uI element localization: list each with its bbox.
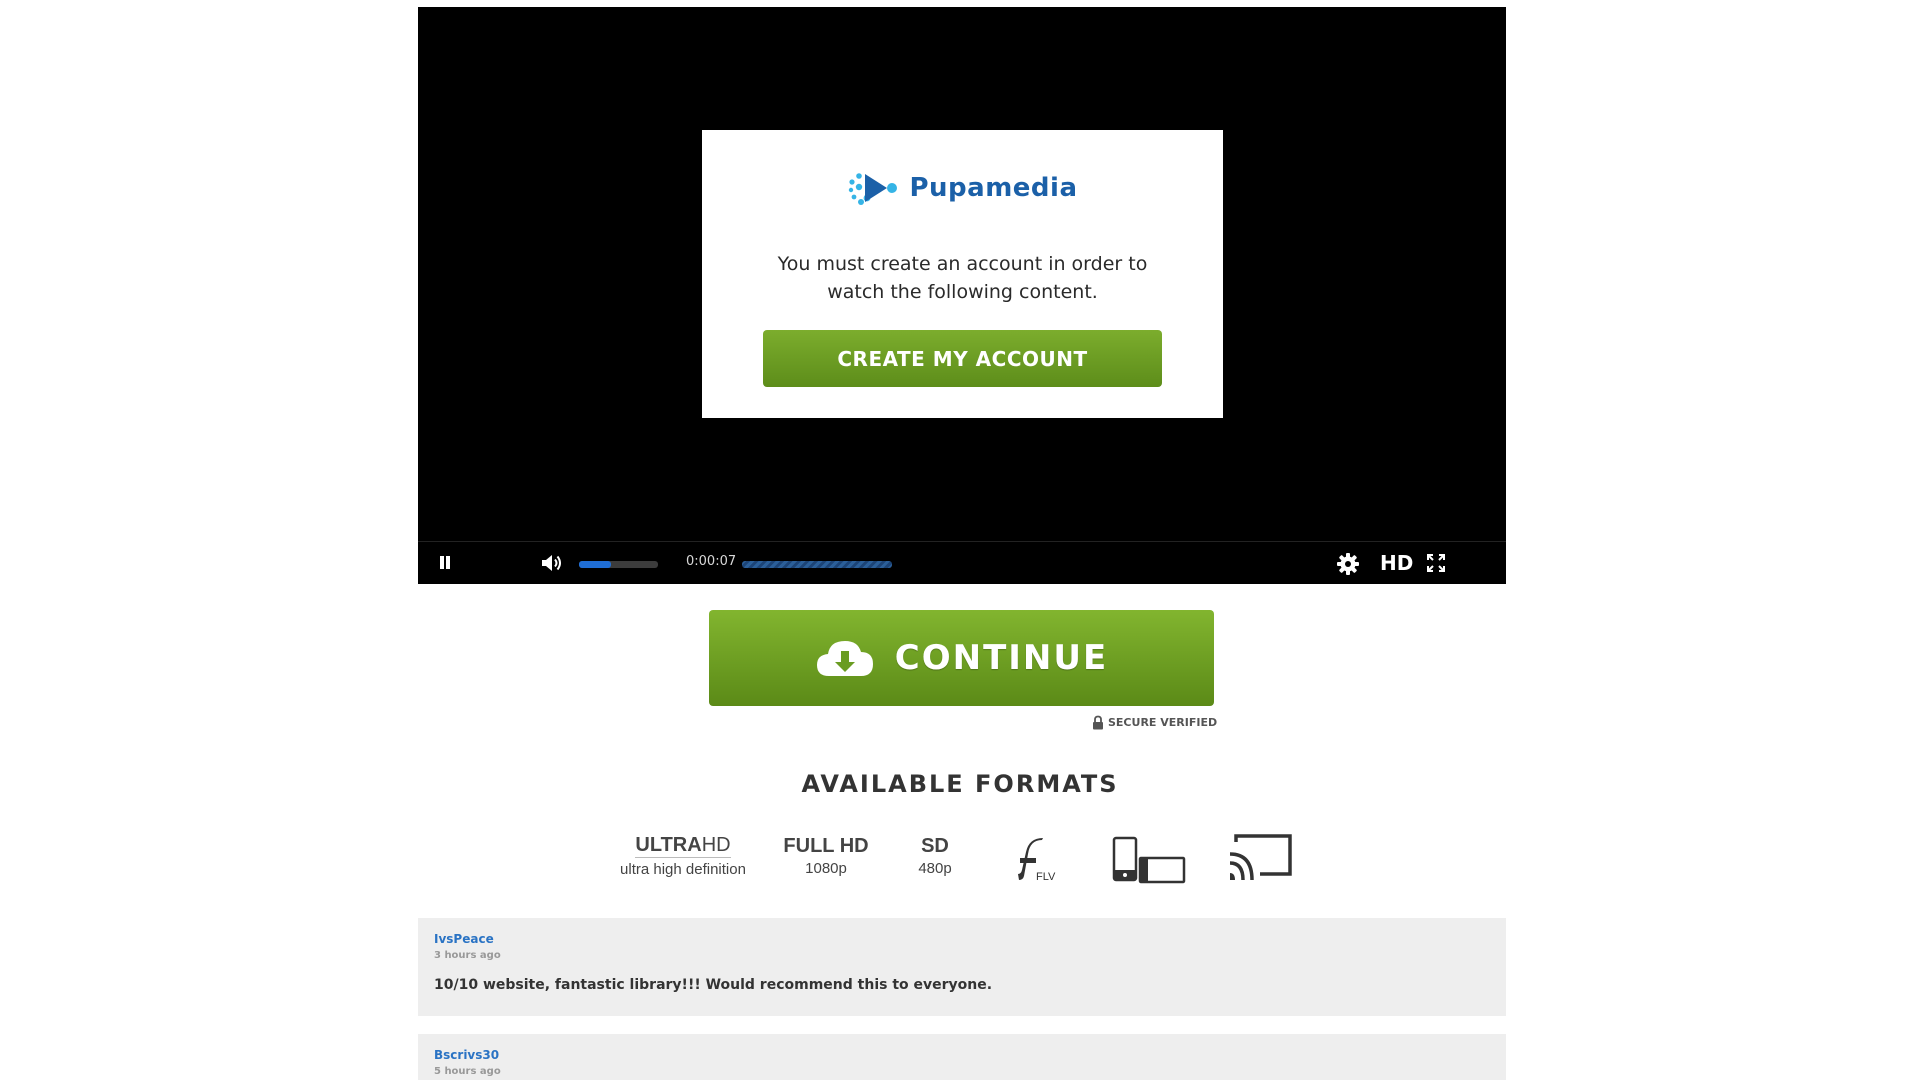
video-player[interactable]: Pupamedia You must create an account in …	[418, 7, 1506, 584]
signup-modal: Pupamedia You must create an account in …	[702, 130, 1223, 418]
speaker-icon[interactable]	[540, 553, 564, 573]
comment-author[interactable]: IvsPeace	[434, 932, 1490, 946]
flv-label: FLV	[1036, 871, 1056, 883]
volume-slider[interactable]	[579, 561, 658, 568]
secure-badge: SECURE VERIFIED	[1092, 714, 1217, 730]
format-fullhd-subtitle: 1080p	[805, 860, 847, 877]
continue-label: CONTINUE	[894, 638, 1109, 678]
brand-name: Pupamedia	[909, 173, 1078, 203]
format-sd-title: SD	[921, 835, 949, 857]
format-sd: SD 480p	[900, 835, 970, 877]
format-fullhd-title: FULL HD	[783, 835, 869, 857]
continue-button[interactable]: CONTINUE	[709, 610, 1214, 706]
comment-timestamp: 5 hours ago	[434, 1066, 501, 1077]
format-sd-subtitle: 480p	[918, 860, 952, 877]
secure-label: SECURE VERIFIED	[1108, 715, 1218, 729]
fullscreen-icon[interactable]	[1426, 553, 1446, 573]
format-fullhd: FULL HD 1080p	[776, 835, 876, 877]
brand: Pupamedia	[702, 168, 1223, 208]
pause-icon[interactable]	[438, 554, 452, 572]
cast-icon	[1229, 834, 1292, 881]
create-account-button[interactable]: CREATE MY ACCOUNT	[763, 330, 1162, 387]
current-time: 0:00:07	[686, 554, 737, 569]
cloud-download-icon	[816, 641, 873, 676]
seek-bar[interactable]	[742, 561, 892, 568]
format-ultrahd-subtitle: ultra high definition	[620, 861, 746, 878]
formats-heading: AVAILABLE FORMATS	[801, 770, 1119, 798]
devices-icon	[1112, 836, 1186, 884]
comment: Bscrivs30 5 hours ago	[418, 1034, 1506, 1080]
gear-icon[interactable]	[1336, 552, 1360, 576]
format-ultrahd-title: ULTRAHD	[635, 834, 731, 858]
signup-message: You must create an account in order to w…	[777, 253, 1148, 303]
volume-level	[579, 561, 611, 568]
player-controls: 0:00:07 HD	[418, 541, 1506, 584]
quality-button[interactable]: HD	[1380, 551, 1413, 575]
comment: IvsPeace 3 hours ago 10/10 website, fant…	[418, 918, 1506, 1016]
pupamedia-logo-icon	[849, 173, 898, 205]
comment-timestamp: 3 hours ago	[434, 950, 501, 961]
lock-icon	[1093, 715, 1103, 729]
comment-author[interactable]: Bscrivs30	[434, 1048, 1490, 1062]
flash-icon: FLV	[1018, 838, 1056, 883]
comment-text: 10/10 website, fantastic library!!! Woul…	[434, 977, 993, 993]
format-ultrahd: ULTRAHD ultra high definition	[608, 834, 758, 878]
